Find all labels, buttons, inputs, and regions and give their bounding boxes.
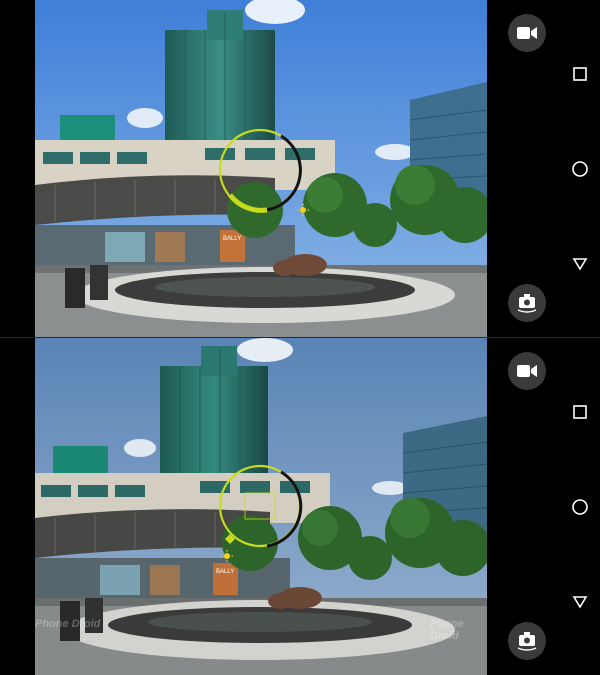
triangle-back-icon[interactable] xyxy=(568,252,592,276)
bin xyxy=(90,265,108,300)
switch-camera-icon[interactable] xyxy=(508,284,546,322)
tower-top xyxy=(201,346,237,376)
square-recents-icon[interactable] xyxy=(568,62,592,86)
bally-sign xyxy=(213,563,238,595)
circle-home-icon[interactable] xyxy=(568,495,592,519)
bally-label: BALLY xyxy=(216,569,234,575)
cloud xyxy=(124,439,156,457)
video-camera-icon[interactable] xyxy=(508,14,546,52)
cloud xyxy=(372,481,408,495)
camera-viewfinder[interactable]: BALLY xyxy=(35,0,487,337)
cloud xyxy=(375,144,415,160)
left-building xyxy=(53,446,108,476)
bally-sign xyxy=(220,230,245,262)
camera-controls xyxy=(487,0,560,337)
watermark-right: Phone Droid xyxy=(430,618,464,642)
camera-controls xyxy=(487,338,560,675)
cloud xyxy=(237,338,293,362)
camera-screen-top: BALLY xyxy=(0,0,600,337)
watermark-left: Phone Droid xyxy=(35,618,101,630)
triangle-back-icon[interactable] xyxy=(568,590,592,614)
bally-label: BALLY xyxy=(223,236,241,242)
navigation-bar xyxy=(560,0,600,337)
bin xyxy=(65,268,85,308)
square-recents-icon[interactable] xyxy=(568,400,592,424)
cloud xyxy=(127,108,163,128)
video-camera-icon[interactable] xyxy=(508,352,546,390)
left-bezel xyxy=(0,338,35,675)
fountain-water xyxy=(148,612,372,632)
switch-camera-icon[interactable] xyxy=(508,622,546,660)
navigation-bar xyxy=(560,338,600,675)
camera-screen-bottom: BALLY Phone Droid Phone Droid xyxy=(0,338,600,675)
left-bezel xyxy=(0,0,35,337)
fountain-water xyxy=(155,277,375,297)
circle-home-icon[interactable] xyxy=(568,157,592,181)
camera-viewfinder[interactable]: BALLY xyxy=(35,338,487,675)
